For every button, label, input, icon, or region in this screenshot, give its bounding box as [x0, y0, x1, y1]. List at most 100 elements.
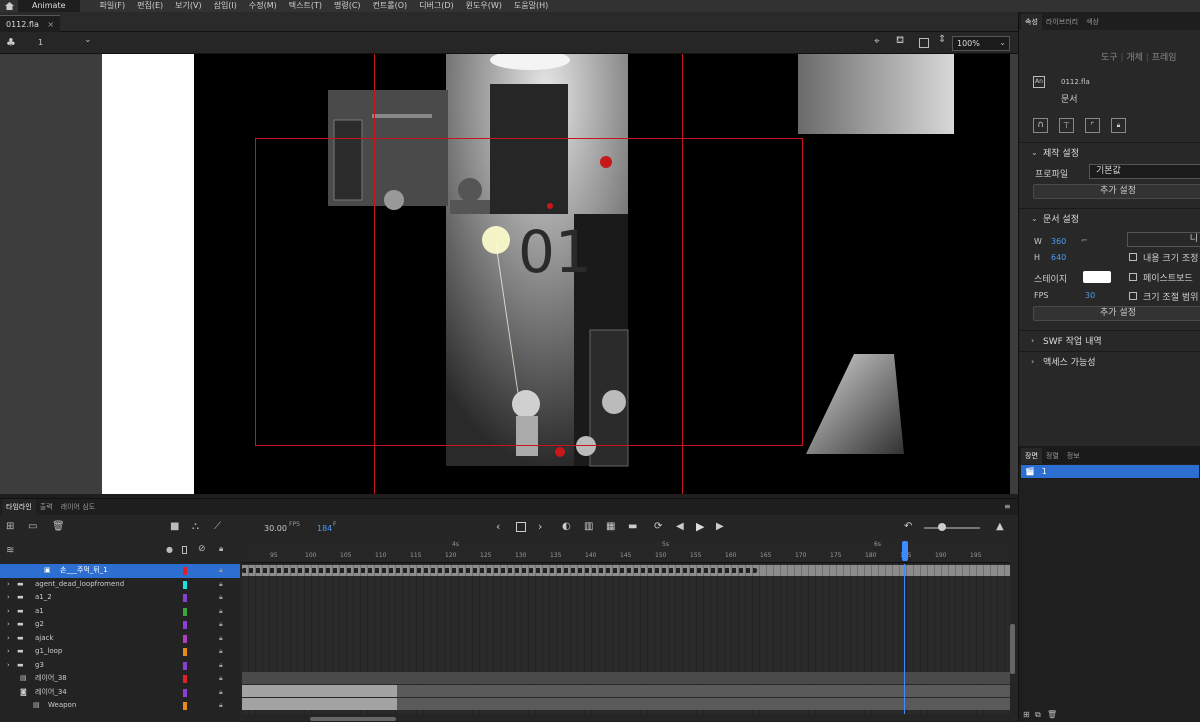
- step-forward-icon[interactable]: ▶: [716, 521, 724, 532]
- app-tab[interactable]: Animate: [18, 0, 80, 12]
- onion-skin-icon[interactable]: ◐: [562, 521, 571, 532]
- frame-span[interactable]: [242, 685, 397, 697]
- link-dimensions-icon[interactable]: ⌐: [1081, 236, 1088, 245]
- tab-output[interactable]: 출력: [36, 499, 57, 515]
- checkbox-scale-range[interactable]: [1129, 292, 1137, 300]
- timeline-horizontal-scrollbar[interactable]: [310, 717, 396, 721]
- lock-icon[interactable]: 🔒︎: [219, 578, 223, 592]
- document-more-button[interactable]: 추가 설정: [1033, 306, 1200, 321]
- delete-scene-icon[interactable]: 🗑︎: [1047, 710, 1057, 719]
- lock-icon[interactable]: 🔒︎: [219, 632, 223, 646]
- frame-view-icon[interactable]: ▦: [606, 521, 615, 532]
- layer-row[interactable]: ▣ 손___주먹_뒤_1 🔒︎: [0, 564, 240, 578]
- layer-row[interactable]: › ▬ g1_loop 🔒︎: [0, 645, 240, 659]
- lock-icon[interactable]: 🔒︎: [219, 659, 223, 673]
- tab-align[interactable]: 정렬: [1042, 448, 1063, 464]
- tween-icon[interactable]: ▬: [628, 521, 637, 532]
- paint-bucket-icon[interactable]: ⛾: [896, 35, 904, 48]
- chevron-right-icon[interactable]: ›: [7, 659, 10, 673]
- frame-span[interactable]: [397, 685, 1010, 697]
- menu-modify[interactable]: 수정(M): [249, 0, 277, 12]
- frame-span[interactable]: [242, 672, 1010, 684]
- chevron-right-icon[interactable]: ›: [7, 591, 10, 605]
- menu-text[interactable]: 텍스트(T): [289, 0, 322, 12]
- crosshair-icon[interactable]: ⌖: [874, 36, 880, 47]
- layer-color-swatch[interactable]: [183, 688, 187, 697]
- lock-icon[interactable]: 🔒︎: [1111, 118, 1126, 133]
- chevron-right-icon[interactable]: ›: [7, 632, 10, 646]
- layer-row[interactable]: ◙ 레이어_34 🔒︎: [0, 686, 240, 700]
- visibility-icon[interactable]: ⊘: [198, 544, 206, 554]
- height-value[interactable]: 640: [1051, 253, 1066, 262]
- camera-icon[interactable]: ■: [170, 521, 179, 532]
- section-production[interactable]: ⌄ 제작 설정: [1019, 142, 1200, 162]
- timeline-vertical-scrollbar[interactable]: [1010, 624, 1015, 674]
- snap-ruler-icon[interactable]: ⊤: [1059, 118, 1074, 133]
- layer-row[interactable]: › ▬ g3 🔒︎: [0, 659, 240, 673]
- menu-insert[interactable]: 삽입(I): [214, 0, 237, 12]
- chevron-right-icon[interactable]: ›: [7, 645, 10, 659]
- loop-icon[interactable]: ⟳: [654, 521, 662, 532]
- highlight-icon[interactable]: ●: [166, 545, 173, 554]
- section-document[interactable]: ⌄ 문서 설정: [1019, 208, 1200, 228]
- tab-frame[interactable]: 프레임: [1152, 53, 1177, 63]
- tab-color[interactable]: 색상: [1082, 14, 1103, 30]
- layer-color-swatch[interactable]: [183, 634, 187, 643]
- lock-icon[interactable]: 🔒︎: [219, 591, 223, 605]
- parent-view-icon[interactable]: ⛬: [192, 521, 199, 532]
- chevron-right-icon[interactable]: ›: [7, 578, 10, 592]
- clip-stage-icon[interactable]: [919, 38, 929, 48]
- profile-select[interactable]: 기본값: [1089, 164, 1200, 179]
- outline-icon[interactable]: [182, 546, 187, 554]
- frame-ruler[interactable]: 4s 5s 6s 95 100 105 110 115 120 125 130 …: [242, 541, 1010, 563]
- layer-color-swatch[interactable]: [183, 661, 187, 670]
- fps-value[interactable]: 30: [1085, 291, 1095, 300]
- chevron-down-icon[interactable]: ⌄: [84, 35, 92, 45]
- checkbox-pasteboard[interactable]: [1129, 273, 1137, 281]
- frame-span[interactable]: [242, 698, 397, 710]
- layer-color-swatch[interactable]: [183, 567, 187, 575]
- lock-all-icon[interactable]: 🔒︎: [219, 544, 223, 554]
- layer-color-swatch[interactable]: [183, 594, 187, 602]
- section-accessibility[interactable]: › 액세스 가능성: [1019, 351, 1200, 371]
- menu-view[interactable]: 보기(V): [175, 0, 201, 12]
- stage-color-swatch[interactable]: [1083, 271, 1111, 283]
- lock-icon[interactable]: 🔒︎: [219, 605, 223, 619]
- menu-edit[interactable]: 편집(E): [137, 0, 163, 12]
- tab-library[interactable]: 라이브러리: [1042, 14, 1082, 30]
- step-back-icon[interactable]: ◀: [676, 521, 684, 532]
- insert-keyframe-icon[interactable]: [516, 522, 526, 532]
- layer-color-swatch[interactable]: [183, 675, 187, 683]
- layer-color-swatch[interactable]: [183, 648, 187, 656]
- lock-icon[interactable]: 🔒︎: [219, 699, 223, 713]
- keyframe-dots[interactable]: [242, 568, 757, 573]
- document-tab[interactable]: 0112.fla ×: [0, 15, 61, 32]
- tab-properties[interactable]: 속성: [1021, 14, 1042, 30]
- home-icon[interactable]: [0, 0, 18, 12]
- layer-color-swatch[interactable]: [183, 607, 187, 616]
- stage-area[interactable]: 01: [0, 54, 1018, 494]
- magnet-icon[interactable]: ∩: [1033, 118, 1048, 133]
- layer-row[interactable]: › ▬ g2 🔒︎: [0, 618, 240, 632]
- playhead-handle[interactable]: [902, 541, 908, 561]
- lock-icon[interactable]: 🔒︎: [219, 686, 223, 700]
- scene-list-item[interactable]: 🎬︎ 1: [1021, 465, 1199, 478]
- tab-timeline[interactable]: 타임라인: [2, 499, 36, 515]
- club-scene-icon[interactable]: ♣: [6, 36, 16, 49]
- current-frame[interactable]: 184: [317, 524, 332, 533]
- menu-commands[interactable]: 명령(C): [334, 0, 361, 12]
- panel-menu-icon[interactable]: ≡: [1004, 502, 1011, 511]
- lock-icon[interactable]: 🔒︎: [219, 672, 223, 686]
- fps-display[interactable]: 30.00: [264, 524, 287, 533]
- new-layer-icon[interactable]: ⊞: [6, 521, 14, 532]
- zoom-field[interactable]: 100% ⌄: [952, 36, 1010, 51]
- unit-button[interactable]: 니: [1127, 232, 1200, 247]
- tab-object[interactable]: 개체: [1126, 53, 1143, 63]
- tab-layer-depth[interactable]: 레이어 심도: [57, 499, 99, 515]
- menu-control[interactable]: 컨트롤(O): [373, 0, 408, 12]
- layer-row[interactable]: ▤ 레이어_38 🔒︎: [0, 672, 240, 686]
- lock-icon[interactable]: 🔒︎: [219, 645, 223, 659]
- zoom-mountain-icon[interactable]: ▲: [996, 521, 1004, 532]
- section-swf-history[interactable]: › SWF 작업 내역: [1019, 330, 1200, 350]
- frame-span[interactable]: [397, 698, 1010, 710]
